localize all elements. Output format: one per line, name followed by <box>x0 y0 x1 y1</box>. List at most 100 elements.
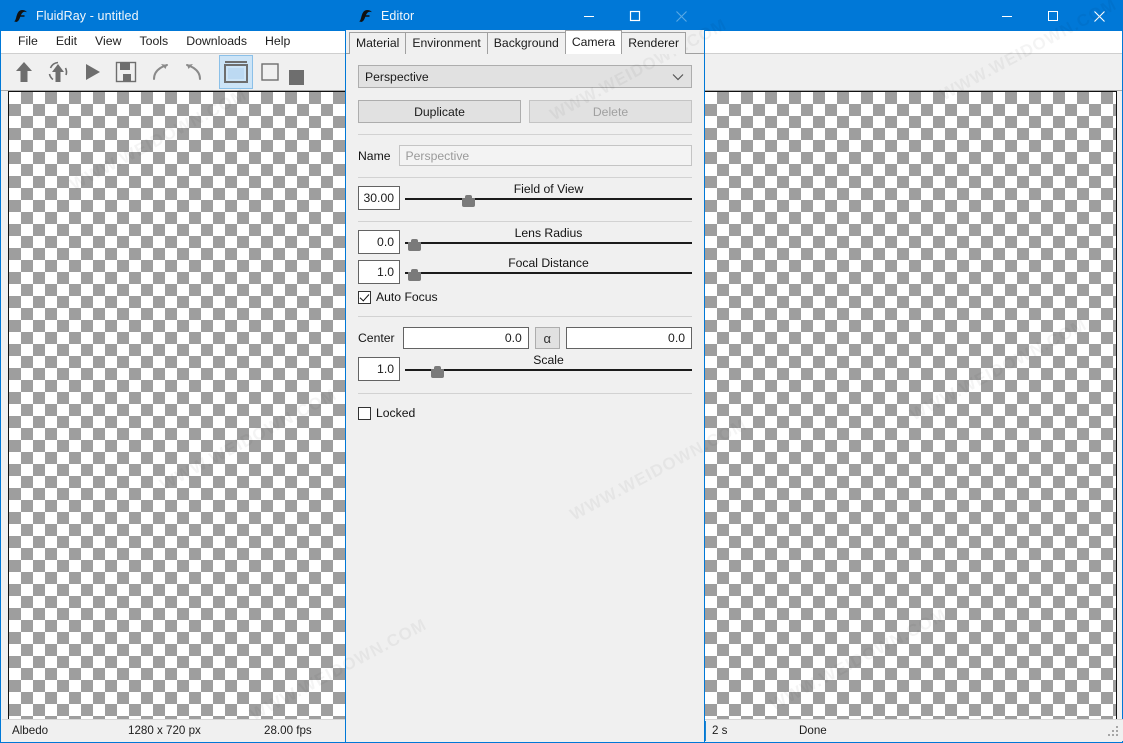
auto-focus-row[interactable]: Auto Focus <box>358 290 692 304</box>
camera-preset-select[interactable]: Perspective <box>358 65 692 88</box>
maximize-icon <box>1048 11 1058 21</box>
locked-checkbox[interactable] <box>358 406 371 420</box>
reload-button[interactable] <box>41 55 75 89</box>
refresh-arrow-icon <box>48 61 68 82</box>
lens-radius-value[interactable]: 0.0 <box>358 230 400 254</box>
filled-square-icon <box>288 70 304 85</box>
render-button[interactable] <box>75 55 109 89</box>
camera-name-placeholder: Perspective <box>405 148 470 163</box>
menu-item-file[interactable]: File <box>9 31 47 52</box>
scale-value[interactable]: 1.0 <box>358 357 400 381</box>
fluidray-logo-icon <box>359 9 372 22</box>
locked-row[interactable]: Locked <box>358 406 692 420</box>
menu-item-view[interactable]: View <box>86 31 130 52</box>
locked-label: Locked <box>376 406 416 420</box>
auto-focus-checkbox[interactable] <box>358 290 371 304</box>
main-minimize-button[interactable] <box>984 1 1030 31</box>
floppy-disk-icon <box>115 61 137 83</box>
duplicate-button[interactable]: Duplicate <box>358 100 521 123</box>
menu-item-downloads[interactable]: Downloads <box>177 31 256 52</box>
lens-radius-slider[interactable]: Lens Radius <box>405 226 692 254</box>
tab-environment[interactable]: Environment <box>405 32 488 54</box>
status-resolution: 1280 x 720 px <box>128 724 201 737</box>
swatch-button[interactable] <box>279 61 313 95</box>
field-of-view-label: Field of View <box>513 182 584 196</box>
status-state: Done <box>799 724 827 737</box>
camera-panel: Perspective Duplicate Delete Name Perspe… <box>347 55 703 741</box>
editor-window-title: Editor <box>381 8 415 23</box>
maximize-icon <box>629 10 641 22</box>
tab-camera[interactable]: Camera <box>564 30 623 54</box>
divider-4 <box>358 316 692 317</box>
field-of-view-slider[interactable]: Field of View <box>405 182 692 210</box>
divider-1 <box>358 134 692 135</box>
undo-button[interactable] <box>143 55 177 89</box>
editor-window-controls <box>566 1 704 31</box>
main-window-controls <box>984 1 1122 31</box>
name-label: Name <box>358 148 391 163</box>
slider-track <box>405 369 692 371</box>
editor-minimize-button[interactable] <box>566 1 612 31</box>
scale-row: 1.0 Scale <box>358 353 692 381</box>
camera-name-input[interactable]: Perspective <box>398 145 692 166</box>
redo-button[interactable] <box>177 55 211 89</box>
tab-background[interactable]: Background <box>486 32 566 54</box>
slider-thumb[interactable] <box>430 366 444 378</box>
minimize-icon <box>1002 16 1012 17</box>
editor-titlebar[interactable]: Editor <box>346 1 704 30</box>
fluidray-logo-icon <box>14 10 27 22</box>
divider-5 <box>358 393 692 394</box>
close-icon <box>675 10 687 22</box>
slider-thumb[interactable] <box>407 239 421 251</box>
lens-radius-label: Lens Radius <box>514 226 583 240</box>
editor-tabstrip: Material Environment Background Camera R… <box>346 30 704 54</box>
save-button[interactable] <box>109 55 143 89</box>
upload-button[interactable] <box>7 55 41 89</box>
center-y-input[interactable]: 0.0 <box>565 327 692 349</box>
editor-maximize-button[interactable] <box>612 1 658 31</box>
editor-window: Editor Material Environment Background C… <box>345 0 705 743</box>
play-icon <box>86 64 100 80</box>
chevron-down-icon <box>672 73 684 80</box>
camera-preset-value: Perspective <box>365 69 429 84</box>
window-frame-icon <box>224 61 248 83</box>
center-link-button[interactable]: α <box>534 327 560 349</box>
field-of-view-row: 30.00 Field of View <box>358 182 692 210</box>
center-x-input[interactable]: 0.0 <box>402 327 529 349</box>
slider-track <box>405 272 692 274</box>
menu-item-edit[interactable]: Edit <box>47 31 86 52</box>
scale-slider[interactable]: Scale <box>405 353 692 381</box>
up-arrow-icon <box>16 62 32 82</box>
status-divider-2 <box>705 721 706 741</box>
fit-view-button[interactable] <box>219 55 253 89</box>
close-icon <box>1093 10 1105 22</box>
focal-distance-label: Focal Distance <box>508 256 589 270</box>
resize-grip-icon[interactable] <box>1107 725 1120 738</box>
focal-distance-slider[interactable]: Focal Distance <box>405 256 692 284</box>
center-row: Center 0.0 α 0.0 <box>358 327 692 349</box>
main-close-button[interactable] <box>1076 1 1122 31</box>
focal-distance-value[interactable]: 1.0 <box>358 260 400 284</box>
menu-item-help[interactable]: Help <box>256 31 299 52</box>
divider-2 <box>358 177 692 178</box>
menu-item-tools[interactable]: Tools <box>130 31 177 52</box>
divider-3 <box>358 221 692 222</box>
status-elapsed: 2 s <box>712 724 728 737</box>
slider-thumb[interactable] <box>407 269 421 281</box>
tab-renderer[interactable]: Renderer <box>621 32 686 54</box>
square-outline-icon <box>261 63 279 81</box>
scale-label: Scale <box>533 353 564 367</box>
camera-name-row: Name Perspective <box>358 145 692 166</box>
slider-track <box>405 198 692 200</box>
delete-button[interactable]: Delete <box>529 100 692 123</box>
status-fps: 28.00 fps <box>264 724 312 737</box>
undo-arrow-icon <box>153 64 168 80</box>
camera-action-buttons: Duplicate Delete <box>358 100 692 123</box>
slider-track <box>405 242 692 244</box>
tab-material[interactable]: Material <box>349 32 407 54</box>
field-of-view-value[interactable]: 30.00 <box>358 186 400 210</box>
editor-close-button[interactable] <box>658 1 704 31</box>
main-maximize-button[interactable] <box>1030 1 1076 31</box>
main-window-title: FluidRay - untitled <box>36 9 139 23</box>
slider-thumb[interactable] <box>462 195 476 207</box>
